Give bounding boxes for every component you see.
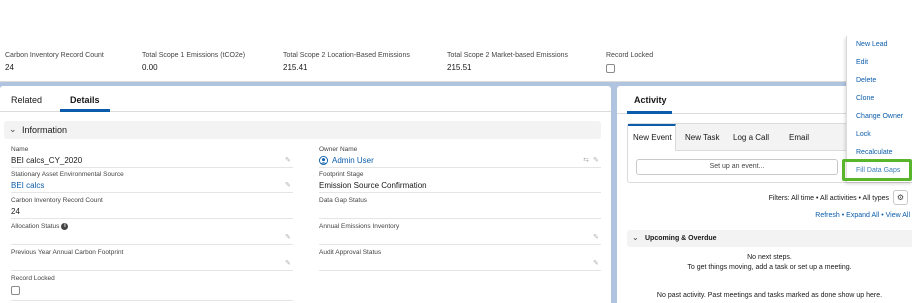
field-name: Name BEI calcs_CY_2020 ✎ bbox=[11, 146, 293, 168]
field-environmental-source: Stationary Asset Environmental Source BE… bbox=[11, 171, 293, 193]
activity-tab[interactable]: Activity bbox=[634, 95, 667, 106]
no-past-activity-message: No past activity. Past meetings and task… bbox=[656, 292, 883, 299]
highlight-label: Total Scope 2 Market-based Emissions bbox=[447, 52, 568, 59]
gear-icon[interactable]: ⚙ bbox=[893, 190, 908, 205]
field-label: Stationary Asset Environmental Source bbox=[11, 171, 124, 178]
field-allocation-status: Allocation Status i ✎ bbox=[11, 223, 293, 245]
pencil-icon[interactable]: ✎ bbox=[593, 157, 601, 165]
tab-details[interactable]: Details bbox=[70, 95, 100, 106]
tab-log-a-call[interactable]: Log a Call bbox=[733, 133, 769, 143]
field-label: Carbon Inventory Record Count bbox=[11, 197, 103, 204]
chevron-down-icon: ⌄ bbox=[9, 124, 17, 134]
highlight-carbon-record-count: Carbon Inventory Record Count 24 bbox=[5, 51, 104, 73]
field-footprint-stage: Footprint Stage Emission Source Confirma… bbox=[319, 171, 601, 193]
field-label-text: Allocation Status bbox=[11, 223, 60, 231]
details-card: Related Details ⌄ Information Name BEI c… bbox=[0, 86, 611, 303]
field-value: BEI calcs_CY_2020 bbox=[11, 156, 83, 165]
upcoming-overdue-header[interactable]: ⌄ Upcoming & Overdue bbox=[627, 230, 912, 247]
pencil-icon[interactable]: ✎ bbox=[285, 260, 293, 268]
field-owner-name: Owner Name Admin User ⇆ ✎ bbox=[319, 146, 601, 168]
section-title: Information bbox=[22, 125, 68, 135]
field-label: Annual Emissions Inventory bbox=[319, 223, 400, 230]
menu-item-change-owner[interactable]: Change Owner bbox=[856, 112, 903, 121]
expand-all-link[interactable]: Expand All bbox=[846, 212, 879, 219]
info-icon[interactable]: i bbox=[61, 223, 69, 230]
pencil-icon[interactable]: ✎ bbox=[593, 260, 601, 268]
menu-item-edit[interactable]: Edit bbox=[856, 58, 868, 67]
field-value: Emission Source Confirmation bbox=[319, 181, 427, 190]
field-value: 24 bbox=[11, 207, 20, 216]
field-audit-approval-status: Audit Approval Status ✎ bbox=[319, 249, 601, 271]
menu-item-delete[interactable]: Delete bbox=[856, 76, 876, 85]
field-data-gap-status: Data Gap Status bbox=[319, 197, 601, 219]
record-locked-checkbox[interactable] bbox=[11, 286, 20, 295]
no-steps-line1: No next steps. bbox=[747, 254, 792, 261]
pencil-icon[interactable]: ✎ bbox=[285, 157, 293, 165]
refresh-link[interactable]: Refresh bbox=[815, 212, 840, 219]
field-carbon-record-count: Carbon Inventory Record Count 24 bbox=[11, 197, 293, 219]
activity-links: Refresh • Expand All • View All bbox=[815, 211, 910, 220]
menu-item-new-lead[interactable]: New Lead bbox=[856, 40, 888, 49]
environmental-source-link[interactable]: BEI calcs bbox=[11, 181, 293, 191]
owner-value: Admin User bbox=[319, 156, 601, 166]
field-record-locked: Record Locked bbox=[11, 275, 293, 301]
field-annual-emissions-inventory: Annual Emissions Inventory ✎ bbox=[319, 223, 601, 245]
set-up-event-input[interactable]: Set up an event... bbox=[636, 159, 838, 175]
field-label: Owner Name bbox=[319, 146, 358, 153]
highlight-record-locked: Record Locked bbox=[606, 51, 653, 73]
menu-item-lock[interactable]: Lock bbox=[856, 130, 871, 139]
tab-related[interactable]: Related bbox=[11, 95, 42, 106]
active-tab-indicator bbox=[60, 109, 110, 112]
view-all-link[interactable]: View All bbox=[886, 212, 910, 219]
field-previous-year-footprint: Previous Year Annual Carbon Footprint ✎ bbox=[11, 249, 293, 271]
tab-new-task[interactable]: New Task bbox=[685, 133, 720, 143]
field-label: Name bbox=[11, 146, 29, 153]
field-label: Audit Approval Status bbox=[319, 249, 382, 256]
fill-data-gaps-highlight bbox=[842, 159, 912, 181]
highlight-value: 24 bbox=[5, 63, 14, 72]
record-locked-checkbox[interactable] bbox=[606, 64, 615, 73]
pencil-icon[interactable]: ✎ bbox=[593, 234, 601, 242]
upcoming-title: Upcoming & Overdue bbox=[645, 235, 717, 242]
menu-item-clone[interactable]: Clone bbox=[856, 94, 874, 103]
pencil-icon[interactable]: ✎ bbox=[285, 234, 293, 242]
record-tabs: Related Details bbox=[0, 86, 611, 112]
highlight-label: Total Scope 1 Emissions (tCO2e) bbox=[142, 52, 246, 59]
tab-new-event[interactable]: New Event bbox=[633, 133, 672, 143]
highlights-panel: Carbon Inventory Record Count 24 Total S… bbox=[0, 0, 912, 82]
pencil-icon[interactable]: ✎ bbox=[285, 182, 293, 190]
no-steps-line2: To get things moving, add a task or set … bbox=[687, 264, 852, 271]
highlight-scope2-market: Total Scope 2 Market-based Emissions 215… bbox=[447, 51, 568, 73]
field-label: Footprint Stage bbox=[319, 171, 364, 178]
highlight-scope2-location: Total Scope 2 Location-Based Emissions 2… bbox=[283, 51, 410, 73]
active-tab-indicator bbox=[627, 111, 672, 114]
highlight-value: 0.00 bbox=[142, 63, 158, 72]
no-next-steps-message: No next steps. To get things moving, add… bbox=[627, 253, 912, 273]
menu-item-recalculate[interactable]: Recalculate bbox=[856, 148, 893, 157]
link-separator: • bbox=[841, 212, 845, 219]
chevron-down-icon: ⌄ bbox=[632, 233, 639, 242]
highlight-scope1-emissions: Total Scope 1 Emissions (tCO2e) 0.00 bbox=[142, 51, 245, 73]
link-separator: • bbox=[881, 212, 884, 219]
highlight-value: 215.41 bbox=[283, 63, 308, 72]
user-avatar-icon bbox=[319, 156, 328, 166]
owner-link[interactable]: Admin User bbox=[332, 156, 374, 165]
field-label: Allocation Status i bbox=[11, 223, 293, 231]
section-information-header[interactable]: ⌄ Information bbox=[4, 121, 601, 139]
field-label: Previous Year Annual Carbon Footprint bbox=[11, 249, 124, 256]
activity-filters[interactable]: Filters: All time • All activities • All… bbox=[769, 194, 889, 203]
field-label: Data Gap Status bbox=[319, 197, 368, 204]
highlight-label: Record Locked bbox=[606, 52, 654, 59]
change-owner-icon[interactable]: ⇆ bbox=[583, 157, 589, 165]
highlight-label: Carbon Inventory Record Count bbox=[5, 52, 104, 59]
tab-email[interactable]: Email bbox=[789, 133, 809, 143]
highlight-value: 215.51 bbox=[447, 63, 472, 72]
highlight-label: Total Scope 2 Location-Based Emissions bbox=[283, 52, 410, 59]
field-label: Record Locked bbox=[11, 275, 55, 282]
